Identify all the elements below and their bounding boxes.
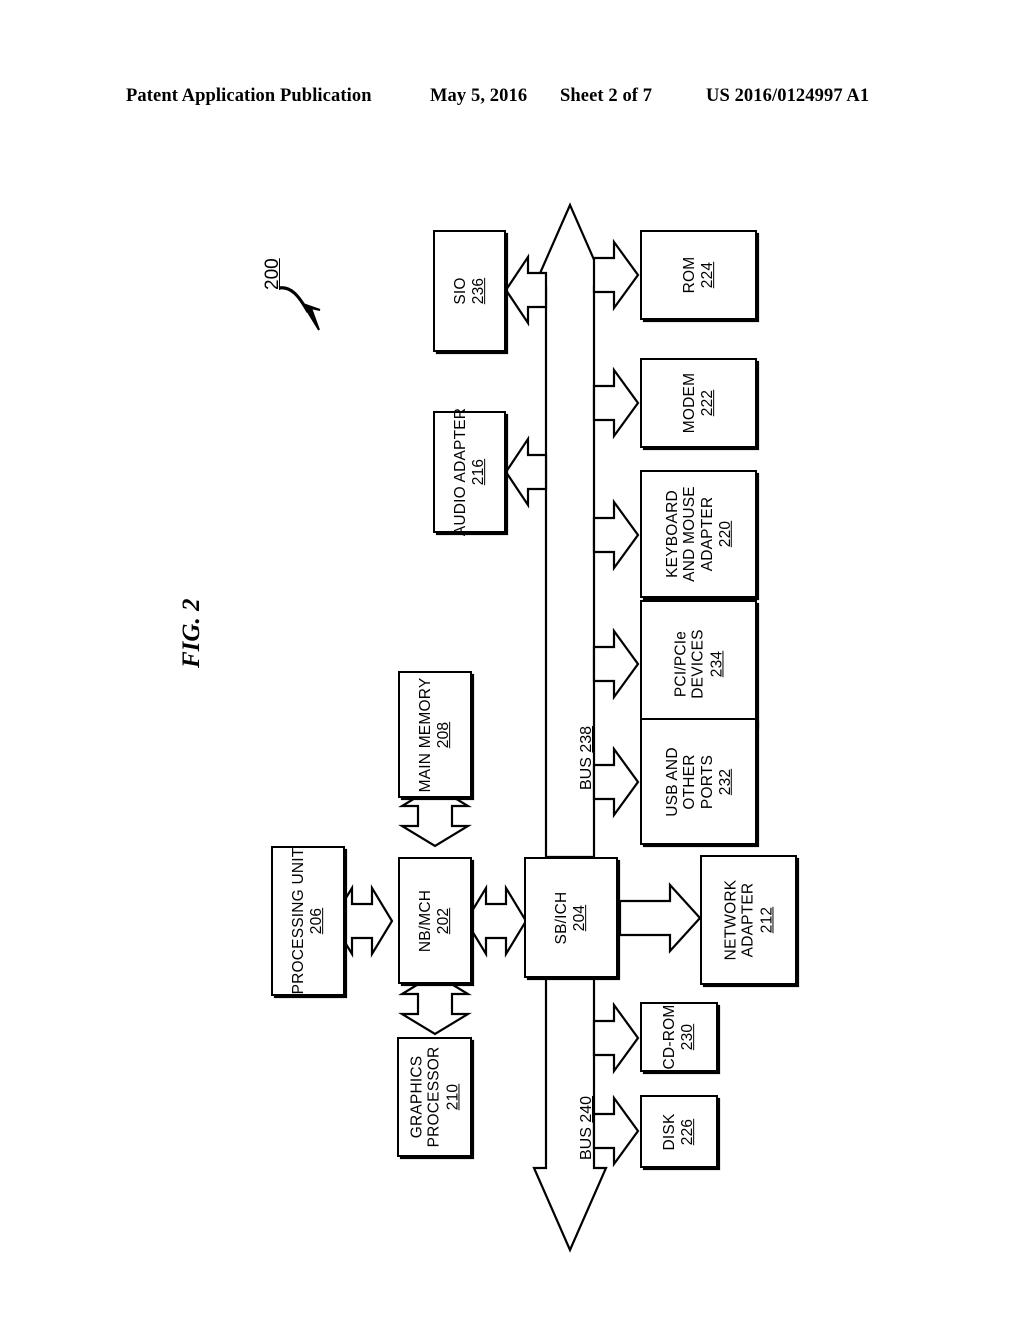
- connector-layer: [330, 202, 702, 1253]
- bus-238-branch-audio: [504, 435, 548, 509]
- page-header: Patent Application Publication May 5, 20…: [0, 86, 1024, 114]
- bus-238-label: BUS 238: [578, 725, 595, 790]
- bus-240-branch-cdrom: [592, 1001, 640, 1075]
- block-usb-other-ports[interactable]: USB AND OTHER PORTS 232: [640, 718, 757, 845]
- block-disk-label: DISK 226: [661, 1113, 697, 1150]
- block-rom-label: ROM 224: [680, 256, 716, 294]
- bus-238-branch-pci: [592, 627, 640, 701]
- system-reference-arrow-icon: [278, 286, 321, 331]
- block-keyboard-mouse-adapter[interactable]: KEYBOARD AND MOUSE ADAPTER 220: [640, 470, 757, 598]
- block-processing-unit[interactable]: PROCESSING UNIT 206: [271, 846, 345, 996]
- block-main-memory-label: MAIN MEMORY 208: [417, 677, 453, 792]
- bus-238-branch-usb: [592, 745, 640, 819]
- block-keyboard-mouse-adapter-label: KEYBOARD AND MOUSE ADAPTER 220: [663, 486, 734, 582]
- header-date-text: May 5, 2016: [430, 86, 528, 106]
- block-pci-pcie-devices[interactable]: PCI/PCIe DEVICES 234: [640, 600, 757, 727]
- block-network-adapter-label: NETWORK ADAPTER 212: [721, 879, 775, 961]
- block-main-memory[interactable]: MAIN MEMORY 208: [398, 671, 472, 798]
- block-modem[interactable]: MODEM 222: [640, 358, 757, 448]
- block-graphics-processor-label: GRAPHICS PROCESSOR 210: [407, 1046, 461, 1148]
- bus-238-branch-keyboard: [592, 498, 640, 572]
- block-graphics-processor[interactable]: GRAPHICS PROCESSOR 210: [397, 1037, 472, 1157]
- block-sb-ich-label: SB/ICH 204: [553, 891, 589, 944]
- block-nb-mch[interactable]: NB/MCH 202: [398, 857, 472, 984]
- block-rom[interactable]: ROM 224: [640, 230, 757, 320]
- bus-238-branch-rom: [592, 238, 640, 312]
- arrow-nbmch-sbich: [464, 884, 528, 958]
- block-disk[interactable]: DISK 226: [640, 1095, 718, 1168]
- block-cd-rom[interactable]: CD-ROM 230: [640, 1002, 718, 1072]
- bus-240-branch-disk: [592, 1094, 640, 1168]
- block-modem-label: MODEM 222: [680, 372, 716, 434]
- block-sb-ich[interactable]: SB/ICH 204: [524, 857, 618, 978]
- block-pci-pcie-devices-label: PCI/PCIe DEVICES 234: [671, 628, 725, 699]
- bus-238-branch-modem: [592, 366, 640, 440]
- block-sio-label: SIO 236: [451, 277, 487, 305]
- header-publication-text: Patent Application Publication: [126, 86, 372, 106]
- figure-label: FIG. 2: [178, 598, 205, 668]
- block-usb-other-ports-label: USB AND OTHER PORTS 232: [663, 746, 734, 817]
- block-network-adapter[interactable]: NETWORK ADAPTER 212: [700, 855, 797, 985]
- bus-240-label: BUS 240: [578, 1095, 595, 1160]
- block-audio-adapter[interactable]: AUDIO ADAPTER 216: [433, 407, 506, 537]
- block-sio[interactable]: SIO 236: [433, 230, 506, 352]
- block-audio-adapter-label: AUDIO ADAPTER 216: [451, 407, 487, 537]
- arrow-sbich-network-adapter: [618, 882, 702, 954]
- block-nb-mch-label: NB/MCH 202: [417, 889, 453, 952]
- header-patent-number: US 2016/0124997 A1: [706, 86, 870, 106]
- header-sheet-text: Sheet 2 of 7: [560, 86, 653, 106]
- bus-238-branch-sio: [504, 253, 548, 327]
- block-cd-rom-label: CD-ROM 230: [661, 1004, 697, 1070]
- block-processing-unit-label: PROCESSING UNIT 206: [290, 847, 326, 995]
